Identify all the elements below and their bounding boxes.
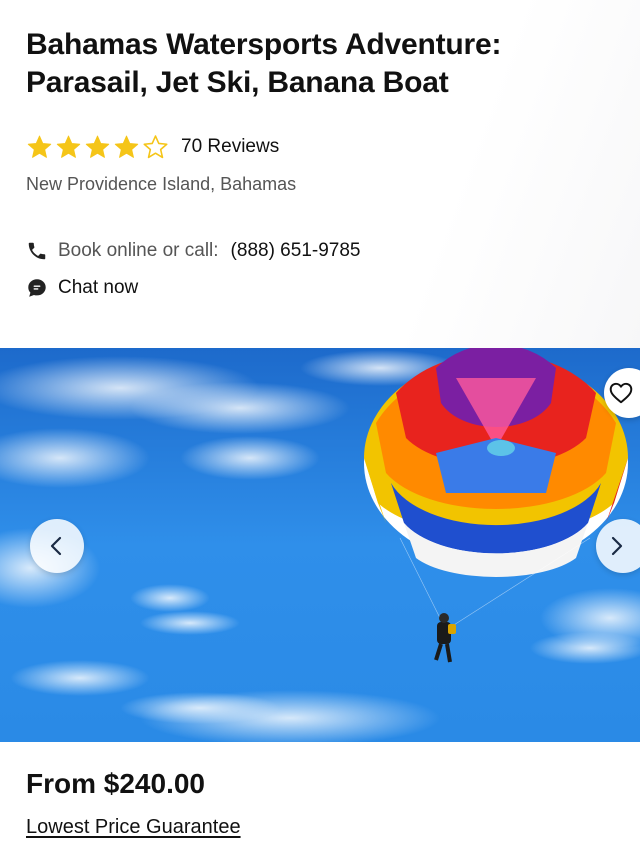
star-filled-icon <box>56 135 81 158</box>
chat-bubble-icon <box>26 277 48 299</box>
lowest-price-guarantee-link[interactable]: Lowest Price Guarantee <box>26 816 241 839</box>
title-line-1: Bahamas Watersports Adventure: <box>26 28 502 61</box>
reviews-count[interactable]: 70 Reviews <box>181 136 279 158</box>
chat-now-label: Chat now <box>58 277 139 298</box>
previous-photo-button[interactable] <box>30 519 84 573</box>
location-text: New Providence Island, Bahamas <box>26 174 297 194</box>
title-line-2: Parasail, Jet Ski, Banana Boat <box>26 66 449 99</box>
book-online-label: Book online or call: <box>58 240 219 261</box>
rating-row[interactable]: 70 Reviews <box>26 132 279 162</box>
call-row[interactable]: Book online or call: (888) 651-9785 <box>26 238 360 264</box>
star-outline-icon <box>143 134 168 158</box>
chevron-left-icon <box>50 536 62 556</box>
photo-gallery[interactable] <box>0 348 640 742</box>
page-title: Bahamas Watersports Adventure: Parasail,… <box>26 26 606 102</box>
phone-icon <box>26 240 48 262</box>
product-header: Bahamas Watersports Adventure: Parasail,… <box>0 0 640 348</box>
booking-footer: From $240.00 Lowest Price Guarantee <box>0 742 640 854</box>
star-filled-icon <box>27 135 52 158</box>
chat-now-button[interactable]: Chat now <box>26 275 138 301</box>
star-filled-icon <box>85 135 110 158</box>
parasail-photo <box>0 348 640 742</box>
star-rating <box>26 134 171 161</box>
phone-number-link[interactable]: (888) 651-9785 <box>231 240 361 262</box>
chevron-right-icon <box>611 536 623 556</box>
heart-outline-icon <box>609 382 633 404</box>
price-label: From $240.00 <box>26 768 205 799</box>
star-filled-icon <box>114 135 139 158</box>
